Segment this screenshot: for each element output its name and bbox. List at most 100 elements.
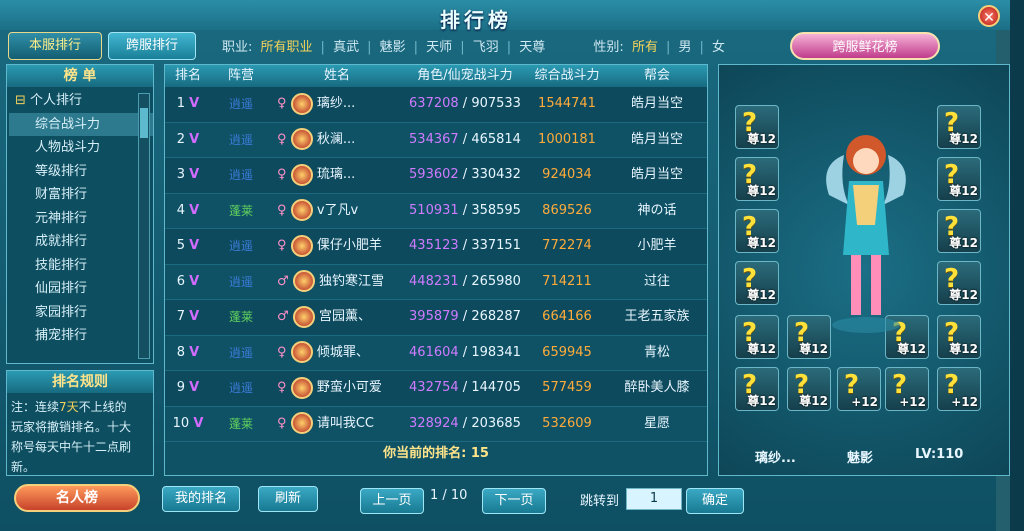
player-name-text[interactable]: 宫园薰、: [319, 309, 371, 324]
close-icon[interactable]: ✕: [978, 5, 1000, 27]
rank-cell: 5 V: [176, 238, 200, 253]
player-name-text[interactable]: 璃纱...: [317, 96, 355, 111]
equipment-slot[interactable]: ? 尊12: [735, 209, 779, 253]
table-row[interactable]: 9 V 逍遥 ♀ 野蛮小可爱 432754 / 144705 577459 醉卧美人膝: [165, 371, 707, 407]
equipment-slot[interactable]: ? 尊12: [937, 209, 981, 253]
job-filter-feiyu[interactable]: 飞羽: [473, 40, 499, 55]
equipment-slot[interactable]: ? 尊12: [937, 315, 981, 359]
avatar: [290, 128, 313, 150]
player-name-text[interactable]: 倾城罪、: [317, 345, 369, 360]
gender-icon: ♀: [277, 238, 287, 253]
gender-filter-all[interactable]: 所有: [632, 40, 658, 55]
gender-icon: ♀: [277, 415, 287, 431]
rules-text: 注：连续7天不上线的玩家将撤销排名。十大称号每天中午十二点刷新。: [11, 400, 132, 474]
list-scrollbar[interactable]: [138, 93, 150, 359]
list-item-skill[interactable]: 技能排行: [9, 254, 153, 278]
job-filter-all[interactable]: 所有职业: [261, 40, 313, 55]
equipment-slot[interactable]: ? 尊12: [937, 157, 981, 201]
prev-page-button[interactable]: 上一页: [360, 488, 424, 514]
faction-cell: 逍遥: [228, 97, 253, 111]
player-name-text[interactable]: 请叫我CC: [317, 416, 374, 431]
list-item-wealth[interactable]: 财富排行: [9, 183, 153, 207]
header-guild: 帮会: [643, 68, 670, 83]
equipment-slot[interactable]: ? 尊12: [735, 367, 779, 411]
table-row[interactable]: 7 V 蓬莱 ♂ 宫园薰、 395879 / 268287 664166 王老五家族: [165, 300, 707, 336]
faction-cell: 逍遥: [228, 345, 253, 360]
list-item-home[interactable]: 家园排行: [9, 301, 153, 325]
tab-local-ranking[interactable]: 本服排行: [8, 32, 102, 60]
equipment-slot[interactable]: ? 尊12: [735, 157, 779, 201]
avatar: [290, 199, 313, 221]
list-item-fairy-garden[interactable]: 仙园排行: [9, 277, 153, 301]
jump-page-input[interactable]: 1: [626, 488, 682, 510]
gender-filter-male[interactable]: 男: [679, 40, 692, 55]
my-rank-button[interactable]: 我的排名: [162, 486, 240, 512]
table-row[interactable]: 6 V 逍遥 ♂ 独钓寒江雪 448231 / 265980 714211 过往: [165, 265, 707, 300]
slot-level: 尊12: [747, 132, 776, 146]
list-item-spirit[interactable]: 元神排行: [9, 207, 153, 231]
rank-cell: 9 V: [176, 380, 200, 395]
table-row[interactable]: 1 V 逍遥 ♀ 璃纱... 637208 / 907533 1544741 皓月当空: [165, 87, 707, 123]
next-page-button[interactable]: 下一页: [482, 488, 546, 514]
player-name-text[interactable]: 倮仔小肥羊: [317, 238, 382, 253]
equipment-slot[interactable]: ? 尊12: [937, 261, 981, 305]
player-name-text[interactable]: v了凡v: [317, 203, 358, 218]
vip-icon: V: [189, 167, 200, 182]
slot-level: 尊12: [747, 288, 776, 302]
equipment-slot[interactable]: ? 尊12: [735, 105, 779, 149]
table-row[interactable]: 4 V 蓬莱 ♀ v了凡v 510931 / 358595 869526 神の话: [165, 194, 707, 229]
gender-filter-female[interactable]: 女: [712, 40, 725, 55]
famous-people-button[interactable]: 名人榜: [14, 484, 140, 512]
job-filter-zhenwu[interactable]: 真武: [333, 40, 359, 55]
list-item-level[interactable]: 等级排行: [9, 160, 153, 184]
avatar: [290, 92, 313, 115]
rules-panel: 排名规则 注：连续7天不上线的玩家将撤销排名。十大称号每天中午十二点刷新。: [6, 370, 154, 476]
table-row[interactable]: 5 V 逍遥 ♀ 倮仔小肥羊 435123 / 337151 772274 小肥羊: [165, 229, 707, 265]
collapse-icon[interactable]: ⊟: [15, 93, 30, 108]
avatar: [290, 412, 313, 434]
current-rank-value: 15: [470, 446, 489, 461]
list-item-achievement[interactable]: 成就排行: [9, 230, 153, 254]
table-row[interactable]: 8 V 逍遥 ♀ 倾城罪、 461604 / 198341 659945 青松: [165, 336, 707, 371]
cross-server-flower-button[interactable]: 跨服鲜花榜: [790, 32, 940, 60]
avatar: [290, 234, 313, 257]
equipment-slot[interactable]: ? 尊12: [735, 261, 779, 305]
faction-cell: 逍遥: [228, 239, 253, 253]
category-personal[interactable]: ⊟ 个人排行: [9, 89, 153, 113]
slot-level: +12: [899, 395, 926, 409]
slot-level: 尊12: [747, 342, 776, 356]
job-filter-meiying[interactable]: 魅影: [380, 40, 406, 55]
gender-icon: ♂: [277, 273, 289, 289]
avatar: [292, 270, 315, 292]
list-item-pet-catching[interactable]: 捕宠排行: [9, 324, 153, 348]
avatar: [292, 305, 315, 328]
player-name-text[interactable]: 独钓寒江雪: [319, 274, 384, 289]
equipment-slot[interactable]: ? +12: [837, 367, 881, 411]
equipment-slot[interactable]: ? 尊12: [787, 367, 831, 411]
equipment-slot[interactable]: ? +12: [885, 367, 929, 411]
confirm-button[interactable]: 确定: [686, 488, 744, 514]
equipment-slot[interactable]: ? 尊12: [937, 105, 981, 149]
table-row[interactable]: 2 V 逍遥 ♀ 秋澜... 534367 / 465814 1000181 皓月当空: [165, 123, 707, 158]
list-item-character-power[interactable]: 人物战斗力: [9, 136, 153, 160]
job-filter-tianshi[interactable]: 天师: [426, 40, 452, 55]
player-name-text[interactable]: 野蛮小可爱: [317, 380, 382, 395]
slot-level: +12: [951, 395, 978, 409]
player-name-text[interactable]: 琉璃...: [317, 167, 355, 182]
table-row[interactable]: 10 V 蓬莱 ♀ 请叫我CC 328924 / 203685 532609 星愿: [165, 407, 707, 442]
equipment-slot[interactable]: ? +12: [937, 367, 981, 411]
window-title: 排行榜: [440, 8, 512, 32]
ranking-list-title: 榜 单: [7, 65, 153, 87]
total-power-cell: 532609: [542, 415, 592, 431]
scroll-thumb[interactable]: [140, 108, 148, 138]
equipment-slot[interactable]: ? 尊12: [735, 315, 779, 359]
tab-cross-server-ranking[interactable]: 跨服排行: [108, 32, 196, 60]
player-name-text[interactable]: 秋澜...: [317, 132, 355, 147]
list-item-combat-power[interactable]: 综合战斗力: [9, 112, 153, 136]
job-filter-tianzun[interactable]: 天尊: [519, 40, 545, 55]
refresh-button[interactable]: 刷新: [258, 486, 318, 512]
slot-level: 尊12: [949, 132, 978, 146]
slot-level: 尊12: [747, 184, 776, 198]
role-pet-power-cell: 461604 / 198341: [409, 344, 521, 360]
table-row[interactable]: 3 V 逍遥 ♀ 琉璃... 593602 / 330432 924034 皓月当空: [165, 158, 707, 194]
